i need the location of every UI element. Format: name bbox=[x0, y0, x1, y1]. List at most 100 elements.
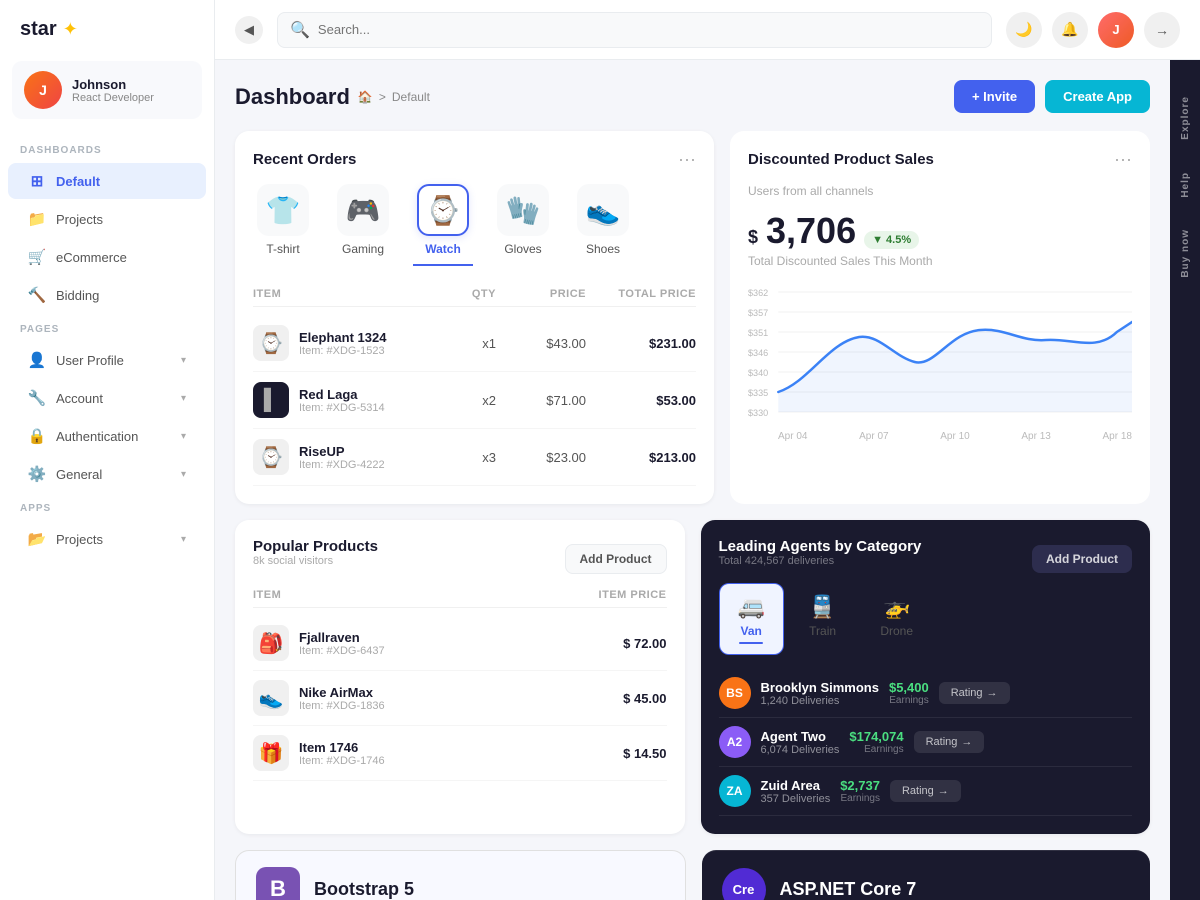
rating-button[interactable]: Rating → bbox=[939, 682, 1010, 704]
tab-train[interactable]: 🚆 Train bbox=[790, 583, 855, 655]
lock-icon: 🔒 bbox=[28, 427, 46, 445]
product-name: Item 1746 bbox=[299, 740, 385, 755]
popular-products-subtitle: 8k social visitors bbox=[253, 555, 378, 567]
sidebar-user-card[interactable]: J Johnson React Developer bbox=[12, 61, 202, 119]
rating-button[interactable]: Rating → bbox=[914, 731, 985, 753]
dashboard-content: Dashboard 🏠 > Default + Invite Create Ap… bbox=[215, 60, 1170, 900]
order-qty: x3 bbox=[416, 450, 496, 465]
create-app-button[interactable]: Create App bbox=[1045, 80, 1150, 113]
search-input[interactable] bbox=[318, 22, 979, 37]
invite-button[interactable]: + Invite bbox=[954, 80, 1035, 113]
table-row: ⌚ Elephant 1324 Item: #XDG-1523 x1 $43.0… bbox=[253, 315, 696, 372]
add-product-button[interactable]: Add Product bbox=[565, 544, 667, 574]
list-item: 🎁 Item 1746 Item: #XDG-1746 $ 14.50 bbox=[253, 726, 667, 781]
card-header: Recent Orders ··· bbox=[253, 149, 696, 170]
page-title-row: Dashboard 🏠 > Default bbox=[235, 84, 430, 110]
breadcrumb-current: Default bbox=[392, 90, 430, 104]
tab-watch[interactable]: ⌚ Watch bbox=[413, 184, 473, 266]
page-header: Dashboard 🏠 > Default + Invite Create Ap… bbox=[235, 80, 1150, 113]
bootstrap-promo[interactable]: B Bootstrap 5 bbox=[235, 850, 686, 900]
arrow-icon: → bbox=[938, 785, 949, 797]
sidebar-item-account[interactable]: 🔧 Account ▾ bbox=[8, 380, 206, 416]
tshirt-tab-icon: 👕 bbox=[257, 184, 309, 236]
sidebar-item-label: General bbox=[56, 467, 102, 482]
sales-value: 3,706 bbox=[766, 210, 856, 252]
rating-label: Rating bbox=[951, 687, 983, 699]
gaming-tab-icon: 🎮 bbox=[337, 184, 389, 236]
agent-earnings-label: Earnings bbox=[840, 793, 880, 804]
col-qty: QTY bbox=[416, 288, 496, 300]
order-item-id: Item: #XDG-4222 bbox=[299, 459, 385, 471]
chart-x-label: Apr 13 bbox=[1021, 431, 1050, 442]
recent-orders-title: Recent Orders bbox=[253, 151, 356, 168]
leading-agents-subtitle: Total 424,567 deliveries bbox=[719, 555, 922, 567]
table-row: ZA Zuid Area 357 Deliveries $2,737 Earni… bbox=[719, 767, 1133, 816]
sidebar-item-authentication[interactable]: 🔒 Authentication ▾ bbox=[8, 418, 206, 454]
sales-label: Total Discounted Sales This Month bbox=[748, 254, 1132, 268]
tab-van[interactable]: 🚐 Van bbox=[719, 583, 784, 655]
add-product-button-agents[interactable]: Add Product bbox=[1032, 545, 1132, 573]
dashboard-grid: Recent Orders ··· 👕 T-shirt 🎮 Gaming bbox=[235, 131, 1150, 504]
order-item-name: Elephant 1324 bbox=[299, 330, 386, 345]
sidebar-item-default[interactable]: ⊞ Default bbox=[8, 163, 206, 199]
agent-name: Brooklyn Simmons bbox=[761, 680, 879, 695]
list-item: 🎒 Fjallraven Item: #XDG-6437 $ 72.00 bbox=[253, 616, 667, 671]
order-item-image: ⌚ bbox=[253, 325, 289, 361]
bootstrap-logo: B bbox=[256, 867, 300, 900]
dashboards-label: DASHBOARDS bbox=[0, 135, 214, 162]
explore-label[interactable]: Explore bbox=[1174, 80, 1197, 156]
sidebar-item-ecommerce[interactable]: 🛒 eCommerce bbox=[8, 239, 206, 275]
home-icon: 🏠 bbox=[358, 90, 373, 104]
popular-products-header: Popular Products 8k social visitors Add … bbox=[253, 538, 667, 579]
buy-now-label[interactable]: Buy now bbox=[1174, 213, 1197, 294]
tab-drone[interactable]: 🚁 Drone bbox=[861, 583, 932, 655]
tab-gloves[interactable]: 🧤 Gloves bbox=[493, 184, 553, 266]
chevron-down-icon: ▾ bbox=[181, 393, 186, 404]
order-item-info: ⌚ Elephant 1324 Item: #XDG-1523 bbox=[253, 325, 416, 361]
topbar-actions: 🌙 🔔 J → bbox=[1006, 12, 1180, 48]
topbar-avatar[interactable]: J bbox=[1098, 12, 1134, 48]
shoes-tab-label: Shoes bbox=[586, 242, 620, 256]
col-price: ITEM PRICE bbox=[567, 589, 667, 601]
aspnet-promo[interactable]: Cre ASP.NET Core 7 bbox=[702, 850, 1151, 900]
breadcrumb-sep: > bbox=[379, 90, 386, 104]
sidebar-item-bidding[interactable]: 🔨 Bidding bbox=[8, 277, 206, 313]
agent-earnings: $174,074 bbox=[849, 729, 903, 744]
breadcrumb: 🏠 > Default bbox=[358, 90, 430, 104]
notifications-button[interactable]: 🔔 bbox=[1052, 12, 1088, 48]
content-area: Dashboard 🏠 > Default + Invite Create Ap… bbox=[215, 60, 1200, 900]
theme-toggle-button[interactable]: 🌙 bbox=[1006, 12, 1042, 48]
product-image: 🎒 bbox=[253, 625, 289, 661]
order-item-name: RiseUP bbox=[299, 444, 385, 459]
sales-menu-icon[interactable]: ··· bbox=[1114, 149, 1132, 170]
col-item: ITEM bbox=[253, 589, 567, 601]
collapse-sidebar-button[interactable]: ◀ bbox=[235, 16, 263, 44]
gaming-tab-label: Gaming bbox=[342, 242, 384, 256]
tab-tshirt[interactable]: 👕 T-shirt bbox=[253, 184, 313, 266]
svg-text:$340: $340 bbox=[748, 368, 768, 378]
card-menu-icon[interactable]: ··· bbox=[678, 149, 696, 170]
rating-label: Rating bbox=[926, 736, 958, 748]
train-tab-label: Train bbox=[809, 624, 836, 638]
order-price: $43.00 bbox=[496, 336, 586, 351]
recent-orders-card: Recent Orders ··· 👕 T-shirt 🎮 Gaming bbox=[235, 131, 714, 504]
help-label[interactable]: Help bbox=[1174, 156, 1197, 214]
sidebar-item-projects-app[interactable]: 📂 Projects ▾ bbox=[8, 521, 206, 557]
order-item-name: Red Laga bbox=[299, 387, 385, 402]
tab-gaming[interactable]: 🎮 Gaming bbox=[333, 184, 393, 266]
agent-deliveries: 357 Deliveries bbox=[761, 793, 831, 805]
van-tab-label: Van bbox=[741, 624, 762, 638]
agent-earnings: $2,737 bbox=[840, 778, 880, 793]
sidebar-item-user-profile[interactable]: 👤 User Profile ▾ bbox=[8, 342, 206, 378]
order-item-id: Item: #XDG-1523 bbox=[299, 345, 386, 357]
logout-button[interactable]: → bbox=[1144, 12, 1180, 48]
sidebar-item-general[interactable]: ⚙️ General ▾ bbox=[8, 456, 206, 492]
arrow-icon: → bbox=[961, 736, 972, 748]
order-item-id: Item: #XDG-5314 bbox=[299, 402, 385, 414]
rating-button[interactable]: Rating → bbox=[890, 780, 961, 802]
col-item: ITEM bbox=[253, 288, 416, 300]
sales-title: Discounted Product Sales bbox=[748, 151, 934, 168]
sidebar-item-projects[interactable]: 📁 Projects bbox=[8, 201, 206, 237]
tab-shoes[interactable]: 👟 Shoes bbox=[573, 184, 633, 266]
bottom-grid: Popular Products 8k social visitors Add … bbox=[235, 520, 1150, 834]
